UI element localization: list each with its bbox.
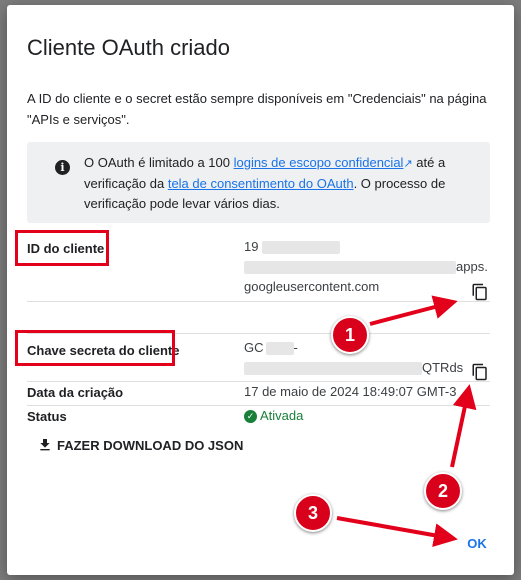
arrow-1 xyxy=(369,295,458,326)
annotation-badge-2: 2 xyxy=(424,472,462,510)
arrow-3 xyxy=(336,516,458,548)
arrow-2 xyxy=(450,384,477,468)
annotation-badge-1: 1 xyxy=(331,316,369,354)
annotation-badge-3: 3 xyxy=(294,494,332,532)
